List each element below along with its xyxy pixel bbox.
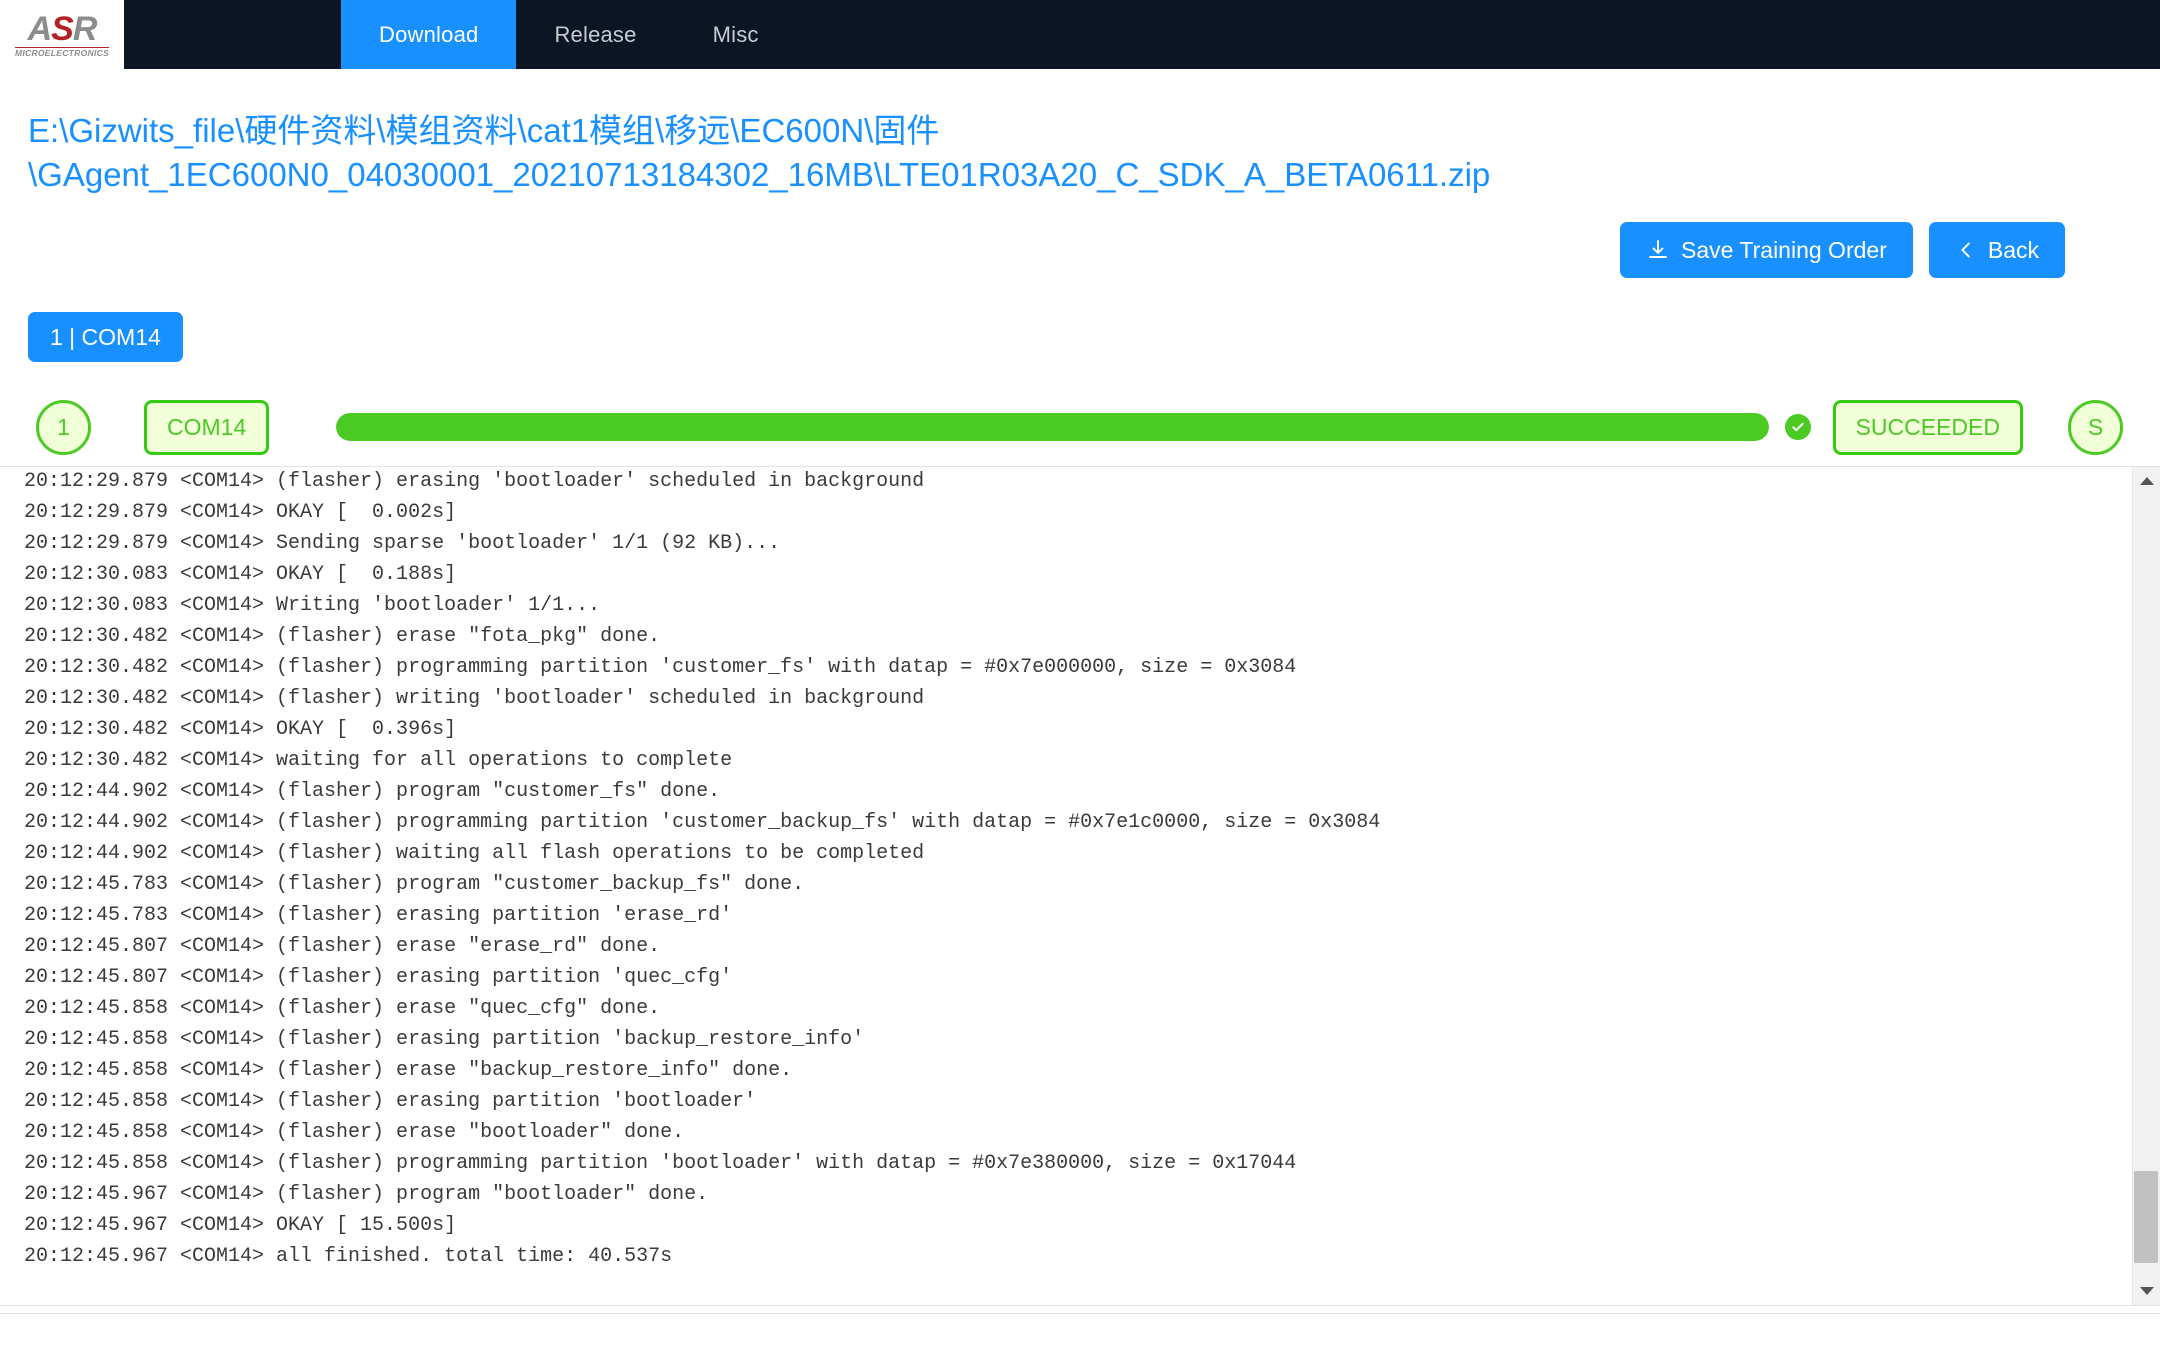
log-line: 20:12:45.858 <COM14> (flasher) erase "ba… (24, 1055, 2118, 1086)
tab-download[interactable]: Download (341, 0, 516, 69)
firmware-path-block: E:\Gizwits_file\硬件资料\模组资料\cat1模组\移远\EC60… (0, 69, 2160, 196)
log-line: 20:12:45.807 <COM14> (flasher) erase "er… (24, 931, 2118, 962)
tab-release[interactable]: Release (516, 0, 674, 69)
log-line: 20:12:45.783 <COM14> (flasher) erasing p… (24, 900, 2118, 931)
chevron-left-icon (1955, 239, 1977, 261)
log-line-list: 20:12:29.879 <COM14> (flasher) erasing '… (24, 466, 2118, 1272)
log-line: 20:12:29.879 <COM14> Sending sparse 'boo… (24, 528, 2118, 559)
logo-letter-r: R (73, 10, 97, 48)
logo-subtitle: MICROELECTRONICS (15, 47, 109, 58)
scrollbar-down-button[interactable] (2133, 1277, 2160, 1305)
port-tab-com14[interactable]: 1 | COM14 (28, 312, 183, 362)
log-line: 20:12:45.858 <COM14> (flasher) erase "qu… (24, 993, 2118, 1024)
logo-lettermark: ASR (15, 12, 109, 46)
log-line: 20:12:30.482 <COM14> (flasher) writing '… (24, 683, 2118, 714)
bottom-edge (0, 1306, 2160, 1314)
log-line: 20:12:44.902 <COM14> (flasher) program "… (24, 776, 2118, 807)
logo-letter-s: S (51, 10, 73, 48)
port-tab-row: 1 | COM14 (0, 278, 2160, 362)
download-status-row: 1 COM14 SUCCEEDED S (0, 362, 2160, 466)
action-button-row: Save Training Order Back (0, 196, 2160, 278)
status-short-badge: S (2068, 400, 2123, 455)
log-line: 20:12:30.482 <COM14> OKAY [ 0.396s] (24, 714, 2118, 745)
firmware-path-line-2: \GAgent_1EC600N0_04030001_20210713184302… (28, 153, 2130, 197)
scrollbar-thumb[interactable] (2134, 1171, 2158, 1263)
top-navigation-bar: ASR MICROELECTRONICS Download Release Mi… (0, 0, 2160, 69)
log-line: 20:12:45.783 <COM14> (flasher) program "… (24, 869, 2118, 900)
log-console[interactable]: 20:12:29.879 <COM14> (flasher) erasing p… (0, 466, 2160, 1306)
tab-misc[interactable]: Misc (675, 0, 797, 69)
device-index-badge: 1 (36, 400, 91, 455)
log-line: 20:12:45.858 <COM14> (flasher) erasing p… (24, 1024, 2118, 1055)
caret-up-icon (2140, 477, 2154, 485)
log-line: 20:12:30.083 <COM14> OKAY [ 0.188s] (24, 559, 2118, 590)
app-logo: ASR MICROELECTRONICS (0, 0, 124, 69)
back-label: Back (1988, 237, 2039, 264)
log-line: 20:12:29.879 <COM14> OKAY [ 0.002s] (24, 497, 2118, 528)
caret-down-icon (2140, 1287, 2154, 1295)
log-line: 20:12:45.858 <COM14> (flasher) erase "bo… (24, 1117, 2118, 1148)
save-training-order-button[interactable]: Save Training Order (1620, 222, 1913, 278)
log-line: 20:12:30.482 <COM14> waiting for all ope… (24, 745, 2118, 776)
download-icon (1646, 238, 1670, 262)
status-badge: SUCCEEDED (1833, 400, 2023, 455)
device-port-badge: COM14 (144, 400, 269, 455)
nav-spacer (124, 0, 341, 69)
log-line: 20:12:45.967 <COM14> (flasher) program "… (24, 1179, 2118, 1210)
log-line: 20:12:44.902 <COM14> (flasher) waiting a… (24, 838, 2118, 869)
scrollbar-up-button[interactable] (2133, 467, 2160, 495)
nav-tab-list: Download Release Misc (341, 0, 797, 69)
log-line: 20:12:45.967 <COM14> OKAY [ 15.500s] (24, 1210, 2118, 1241)
log-scrollbar[interactable] (2132, 467, 2160, 1305)
save-training-order-label: Save Training Order (1681, 237, 1887, 264)
log-line: 20:12:45.858 <COM14> (flasher) programmi… (24, 1148, 2118, 1179)
log-line: 20:12:30.083 <COM14> Writing 'bootloader… (24, 590, 2118, 621)
logo-letter-a: A (28, 10, 52, 48)
log-console-content: 20:12:29.879 <COM14> (flasher) erasing p… (0, 466, 2118, 1289)
progress-track (336, 413, 1768, 441)
log-line: 20:12:45.858 <COM14> (flasher) erasing p… (24, 1086, 2118, 1117)
check-icon (1785, 414, 1811, 440)
log-line: 20:12:44.902 <COM14> (flasher) programmi… (24, 807, 2118, 838)
log-line: 20:12:30.482 <COM14> (flasher) programmi… (24, 652, 2118, 683)
log-line: 20:12:45.807 <COM14> (flasher) erasing p… (24, 962, 2118, 993)
back-button[interactable]: Back (1929, 222, 2065, 278)
log-line: 20:12:45.967 <COM14> all finished. total… (24, 1241, 2118, 1272)
log-line: 20:12:29.879 <COM14> (flasher) erasing '… (24, 466, 2118, 497)
log-line: 20:12:30.482 <COM14> (flasher) erase "fo… (24, 621, 2118, 652)
progress-bar (336, 413, 1810, 441)
firmware-path-line-1: E:\Gizwits_file\硬件资料\模组资料\cat1模组\移远\EC60… (28, 109, 2130, 153)
progress-fill (336, 413, 1768, 441)
